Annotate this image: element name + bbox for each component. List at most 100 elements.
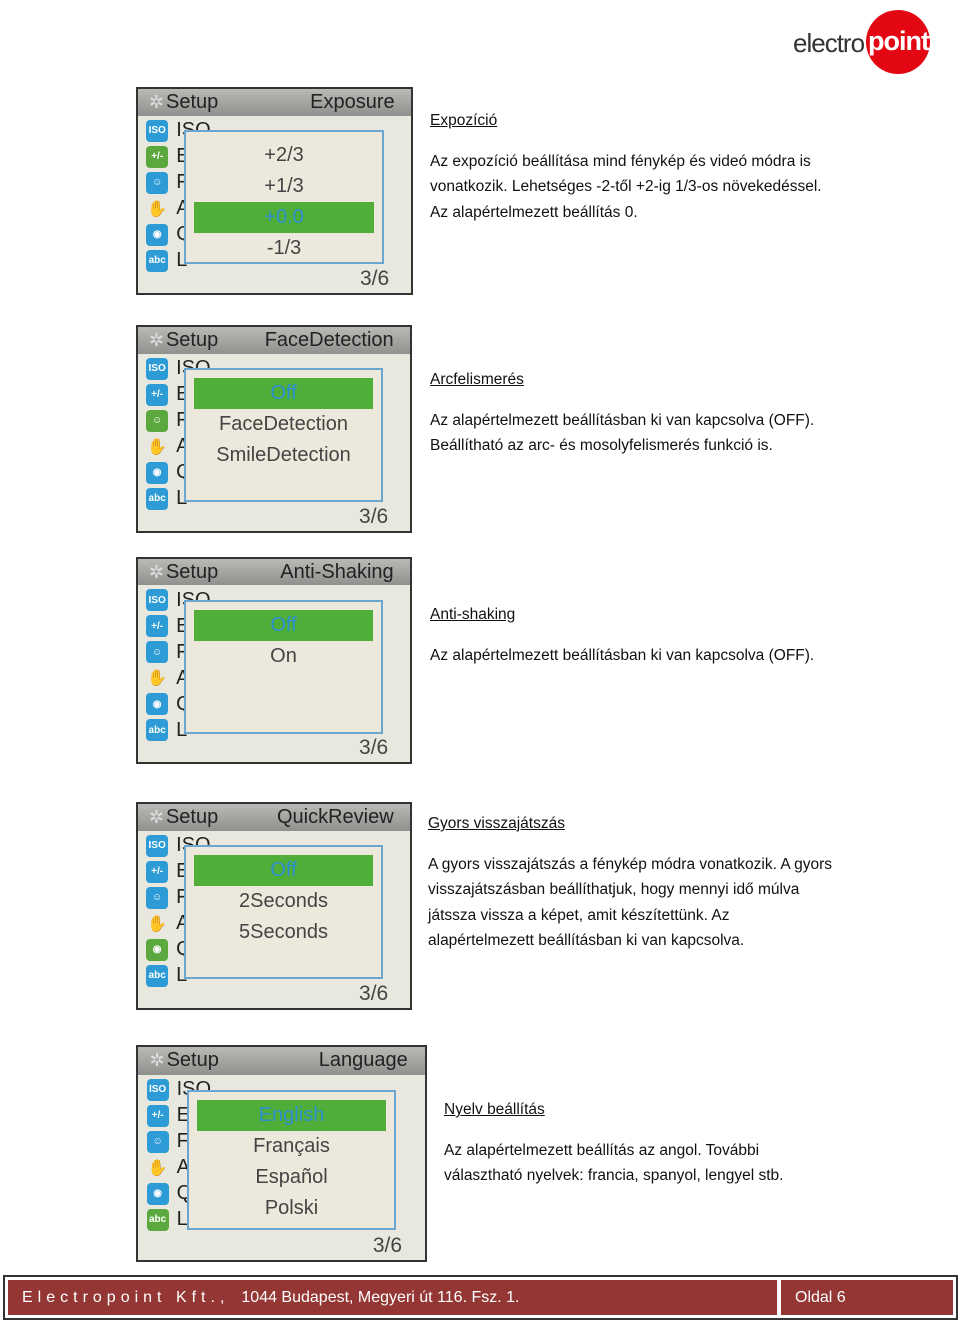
screen-title: Exposure xyxy=(310,90,395,113)
screen-title: Anti-Shaking xyxy=(280,560,394,583)
option-item: SmileDetection xyxy=(216,443,351,466)
language-icon: abc xyxy=(146,964,169,987)
face-icon: ☺ xyxy=(146,886,169,909)
screen-header-left: ✲ Setup xyxy=(149,1049,218,1072)
option-item: Français xyxy=(253,1134,330,1157)
section-line: Az alapértelmezett beállítás 0. xyxy=(430,203,638,221)
section-line: Az alapértelmezett beállítás az angol. T… xyxy=(444,1141,760,1159)
section-text: Expozíció Az expozíció beállítása mind fé… xyxy=(430,108,870,225)
option-item: Off xyxy=(194,377,373,409)
quick-review-icon: ◉ xyxy=(146,1182,169,1205)
camera-menu-screenshot: ✲SetupLanguageISOISO+/-E☺F✋A◉QabcLEnglis… xyxy=(136,1045,427,1262)
camera-menu-screenshot: ✲SetupQuickReviewISOISO+/-E☺F✋A◉QabcLOff… xyxy=(136,802,412,1010)
quick-review-icon: ◉ xyxy=(146,693,169,716)
screen-header: ✲ Setup Language xyxy=(138,1047,425,1075)
screen-header-left: ✲ Setup xyxy=(149,91,218,114)
screen-header: ✲ Setup FaceDetection xyxy=(138,327,410,354)
language-icon: abc xyxy=(146,487,169,510)
face-icon: ☺ xyxy=(146,171,169,194)
footer-address: Electropoint Kft., 1044 Budapest, Megyer… xyxy=(8,1280,777,1315)
hand-shake-icon: ✋ xyxy=(147,1159,168,1177)
gear-icon: ✲ xyxy=(148,91,164,112)
section-line: visszajátszásban beállíthatjuk, hogy men… xyxy=(428,881,800,898)
iso-icon: ISO xyxy=(146,589,169,612)
exposure-icon: +/- xyxy=(146,383,169,406)
exposure-icon: +/- xyxy=(146,1104,169,1127)
logo-text-light: electro xyxy=(793,28,865,58)
camera-menu-screenshot: ✲SetupAnti-ShakingISOISO+/-E☺F✋A◉QabcLOf… xyxy=(136,557,412,764)
screen-page-indicator: 3/6 xyxy=(359,504,389,528)
section-line: alapértelmezett beállításban ki van kapc… xyxy=(428,932,745,949)
section-heading: Gyors visszajátszás xyxy=(428,815,565,832)
screen-title: QuickReview xyxy=(276,805,394,828)
option-item: FaceDetection xyxy=(219,412,348,435)
hand-shake-icon: ✋ xyxy=(147,670,168,688)
exposure-icon: +/- xyxy=(146,860,169,883)
section-line: Az alapértelmezett beállításban ki van k… xyxy=(430,411,815,429)
option-item: +2/3 xyxy=(264,143,304,166)
screen-setup-label: Setup xyxy=(165,328,219,351)
language-icon: abc xyxy=(146,1208,169,1231)
footer-page-number: Oldal 6 xyxy=(781,1280,953,1315)
logo-text-bold: point xyxy=(868,26,930,56)
options-popup: Off FaceDetection SmileDetection xyxy=(184,367,383,503)
footer-company: Electropoint Kft., xyxy=(22,1288,230,1306)
quick-review-icon: ◉ xyxy=(146,938,169,961)
section-line: választható nyelvek: francia, spanyol, l… xyxy=(444,1167,784,1184)
screen-setup-label: Setup xyxy=(166,1049,219,1072)
footer: Electropoint Kft., 1044 Budapest, Megyer… xyxy=(3,1275,958,1320)
section-line: Az alapértelmezett beállításban ki van k… xyxy=(430,646,815,664)
section-text: Nyelv beállítás Az alapértelmezett beállí… xyxy=(444,1097,884,1189)
section-text: Gyors visszajátszás A gyors visszajátszás… xyxy=(428,811,868,954)
hand-shake-icon: ✋ xyxy=(147,915,168,933)
electropoint-logo: electro point xyxy=(790,8,935,76)
hand-shake-icon: ✋ xyxy=(147,438,168,456)
option-item: -1/3 xyxy=(266,236,302,259)
exposure-icon: +/- xyxy=(146,615,169,638)
section-line: Beállítható az arc- és mosolyfelismerés … xyxy=(430,437,773,454)
option-item: 5Seconds xyxy=(239,920,328,943)
options-popup: +2/3 +1/3 +0.0 -1/3 xyxy=(184,129,384,265)
option-item: Off xyxy=(194,854,373,886)
iso-icon: ISO xyxy=(146,834,169,857)
option-item: English xyxy=(197,1099,387,1131)
screen-title: FaceDetection xyxy=(264,328,394,351)
gear-icon: ✲ xyxy=(148,806,164,827)
screen-header-left: ✲ Setup xyxy=(149,329,218,352)
screen-header-left: ✲ Setup xyxy=(149,806,218,829)
section-text: Arcfelismerés Az alapértelmezett beállítá… xyxy=(430,367,870,459)
gear-icon: ✲ xyxy=(149,1050,165,1071)
section-line: A gyors visszajátszás a fénykép módra vo… xyxy=(428,855,833,873)
screen-header: ✲ Setup Anti-Shaking xyxy=(138,559,410,586)
section-line: Az expozíció beállítása mind fénykép és … xyxy=(430,152,811,170)
screen-setup-label: Setup xyxy=(166,90,219,113)
screen-page-indicator: 3/6 xyxy=(359,735,389,759)
iso-icon: ISO xyxy=(146,1078,169,1101)
language-icon: abc xyxy=(146,719,169,742)
section-heading: Expozíció xyxy=(430,112,498,129)
camera-menu-screenshot: ✲SetupFaceDetectionISOISO+/-E☺F✋A◉QabcLO… xyxy=(136,325,412,533)
section-heading: Nyelv beállítás xyxy=(444,1101,545,1118)
section-line: játssza vissza a képet, amit készítettün… xyxy=(428,906,730,924)
options-popup: Off 2Seconds 5Seconds xyxy=(184,844,383,980)
quick-review-icon: ◉ xyxy=(146,461,169,484)
options-popup: Off On xyxy=(184,599,383,734)
options-popup: English Français Español Polski xyxy=(186,1089,397,1231)
option-item: Español xyxy=(255,1165,328,1188)
iso-icon: ISO xyxy=(146,119,169,142)
screen-header-left: ✲ Setup xyxy=(149,561,218,584)
screen-page-indicator: 3/6 xyxy=(359,266,390,290)
screen-header: ✲ Setup QuickReview xyxy=(138,804,410,831)
camera-menu-screenshot: ✲SetupExposureISOISO+/-E☺F✋A◉QabcL+2/3+1… xyxy=(136,87,413,295)
gear-icon: ✲ xyxy=(148,561,164,582)
language-icon: abc xyxy=(146,249,169,272)
screen-setup-label: Setup xyxy=(165,560,219,583)
gear-icon: ✲ xyxy=(148,329,164,350)
screen-title: Language xyxy=(318,1049,408,1072)
footer-address-text: 1044 Budapest, Megyeri út 116. Fsz. 1. xyxy=(241,1288,520,1306)
exposure-icon: +/- xyxy=(146,145,169,168)
section-heading: Anti-shaking xyxy=(430,606,516,623)
option-item: Off xyxy=(194,609,373,641)
option-item: +1/3 xyxy=(264,174,304,197)
hand-shake-icon: ✋ xyxy=(147,200,168,218)
